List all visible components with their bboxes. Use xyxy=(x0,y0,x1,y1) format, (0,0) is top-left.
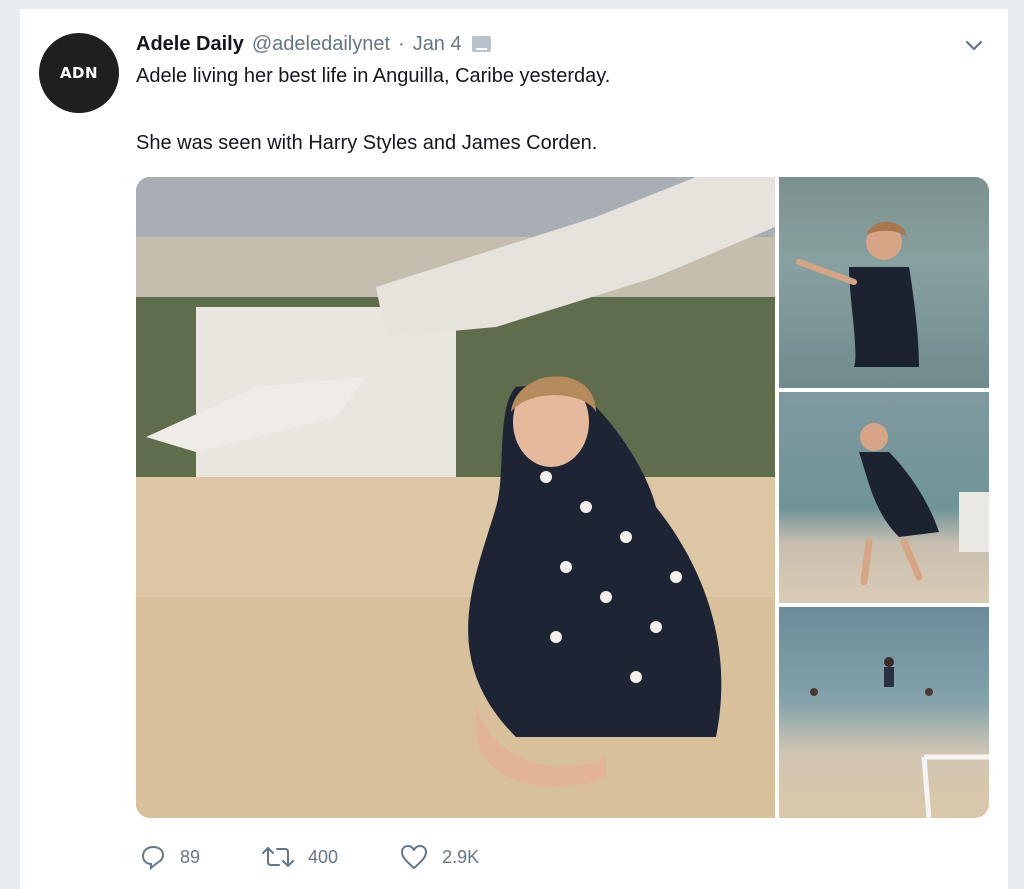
retweet-button[interactable]: 400 xyxy=(262,846,338,868)
reply-count: 89 xyxy=(180,846,201,867)
beach-photo xyxy=(136,177,775,818)
heart-icon xyxy=(401,845,428,869)
tweet-text: Adele living her best life in Anguilla, … xyxy=(136,62,956,157)
tweet-text-line: Adele living her best life in Anguilla, … xyxy=(136,65,611,87)
avatar[interactable]: ADN xyxy=(39,33,119,113)
photo-main[interactable] xyxy=(136,177,775,818)
swimmers-photo xyxy=(810,657,989,818)
retweet-icon xyxy=(262,847,295,867)
like-button[interactable]: 2.9K xyxy=(400,844,479,870)
tweet-date[interactable]: Jan 4 xyxy=(413,33,462,56)
tweet-header: Adele Daily @adeledailynet · Jan 4 xyxy=(136,31,491,57)
more-options-button[interactable] xyxy=(960,32,988,60)
photo-side-1[interactable] xyxy=(779,177,989,388)
retweet-count: 400 xyxy=(308,846,339,867)
display-name[interactable]: Adele Daily xyxy=(136,33,244,56)
shore-photo xyxy=(859,423,989,586)
photo-side-3[interactable] xyxy=(779,607,989,818)
tweet-text-line: She was seen with Harry Styles and James… xyxy=(136,132,598,154)
separator-dot: · xyxy=(398,32,405,55)
chevron-down-icon xyxy=(965,40,983,51)
avatar-initials: ADN xyxy=(59,64,99,82)
photo-side-2[interactable] xyxy=(779,392,989,603)
tweet-media-grid xyxy=(136,177,989,818)
sea-photo xyxy=(796,221,919,367)
tweet-actions: 89 400 2.9K xyxy=(140,842,541,872)
media-card-icon xyxy=(471,36,491,52)
reply-button[interactable]: 89 xyxy=(140,844,200,870)
user-handle[interactable]: @adeledailynet xyxy=(252,33,390,56)
like-count: 2.9K xyxy=(442,846,480,867)
reply-icon xyxy=(141,845,165,870)
